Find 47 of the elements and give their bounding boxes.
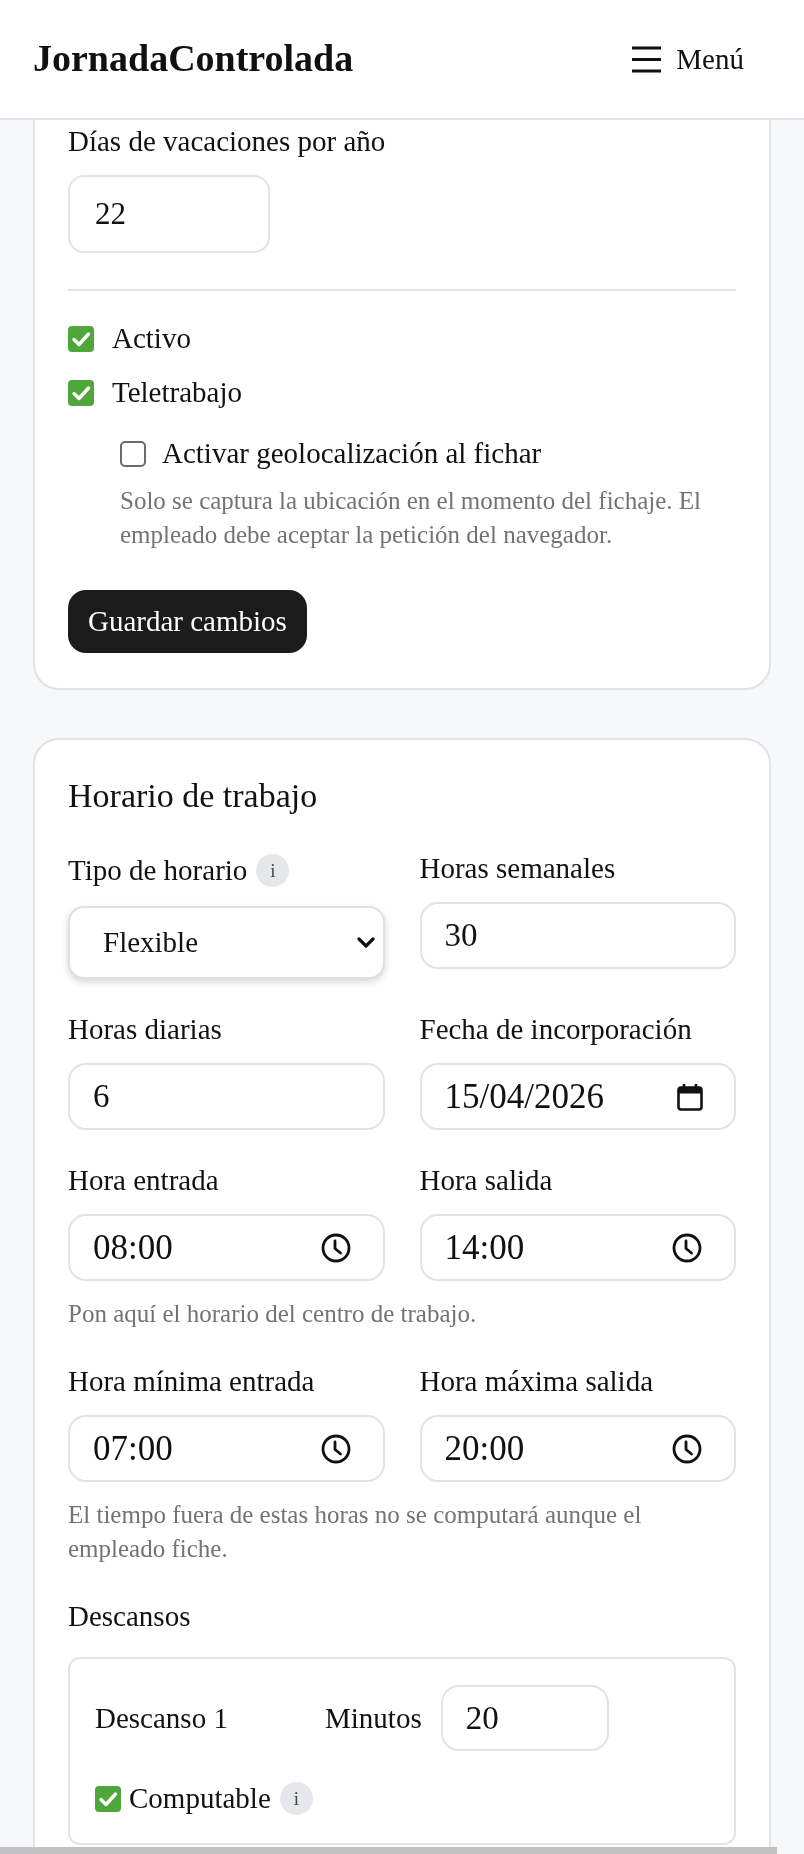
app-title: JornadaControlada xyxy=(33,36,354,82)
checkbox-label: Activo xyxy=(112,321,191,356)
time-field[interactable]: 20:00 xyxy=(419,1415,736,1482)
number-field[interactable]: 6 xyxy=(68,1063,385,1130)
section-title: Horario de trabajo xyxy=(68,776,319,816)
checkbox-label: Teletrabajo xyxy=(112,375,242,410)
number-field[interactable]: 30 xyxy=(419,902,736,969)
checkbox[interactable] xyxy=(68,379,94,406)
field-label: Descansos xyxy=(68,1599,192,1634)
field-label: Fecha de incorporación xyxy=(419,1012,692,1047)
clock-icon xyxy=(672,1433,702,1464)
menu-button[interactable]: Menú xyxy=(620,36,756,82)
number-field[interactable]: 20 xyxy=(440,1685,609,1751)
break-name: Descanso 1 xyxy=(95,1701,229,1735)
info-badge[interactable]: i xyxy=(279,1782,313,1815)
field-label: Horas diarias xyxy=(68,1012,222,1047)
checkbox[interactable] xyxy=(68,325,94,352)
time-field[interactable]: 07:00 xyxy=(68,1415,385,1482)
number-field[interactable]: 22 xyxy=(68,175,270,253)
clock-icon xyxy=(672,1232,702,1263)
field-label: Minutos xyxy=(325,1701,422,1735)
field-label: Hora entrada xyxy=(68,1163,219,1198)
select-field[interactable]: Flexible xyxy=(68,906,385,979)
checkbox[interactable] xyxy=(120,440,146,467)
clock-icon xyxy=(320,1232,351,1263)
field-label: Hora salida xyxy=(419,1163,553,1198)
chevron-down-icon xyxy=(356,936,375,949)
checkbox[interactable] xyxy=(95,1785,121,1812)
field-label: Días de vacaciones por año xyxy=(68,125,386,157)
checkbox-label: Computable xyxy=(129,1781,271,1816)
date-field[interactable]: 15/04/2026 xyxy=(419,1063,736,1130)
scrollbar-thumb[interactable] xyxy=(0,1847,777,1854)
time-field[interactable]: 14:00 xyxy=(419,1214,736,1281)
menu-icon xyxy=(632,45,662,73)
help-text: Solo se captura la ubicación en el momento del fichaje. El empleado debe aceptar la petición del navegador. xyxy=(120,486,703,550)
field-label: Hora mínima entrada xyxy=(68,1364,315,1399)
save-button[interactable]: Guardar cambios xyxy=(68,590,307,653)
field-label: Hora máxima salida xyxy=(419,1364,654,1399)
field-label: Horas semanales xyxy=(419,851,616,886)
info-badge[interactable]: i xyxy=(256,854,290,887)
checkbox-label: Activar geolocalización al fichar xyxy=(162,436,542,471)
clock-icon xyxy=(320,1433,351,1464)
calendar-icon xyxy=(676,1082,704,1111)
help-text: El tiempo fuera de estas horas no se computará aunque el empleado fiche. xyxy=(68,1500,643,1564)
time-field[interactable]: 08:00 xyxy=(68,1214,385,1281)
help-text: Pon aquí el horario del centro de trabajo. xyxy=(68,1299,478,1329)
field-label: Tipo de horario xyxy=(68,853,248,888)
